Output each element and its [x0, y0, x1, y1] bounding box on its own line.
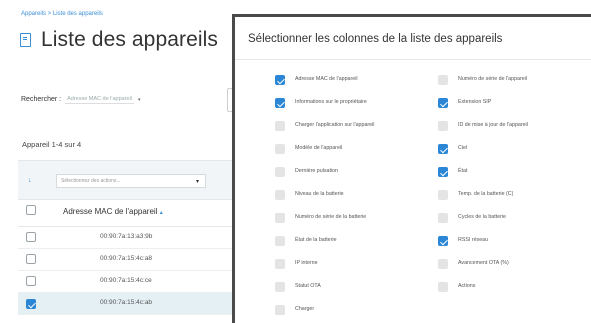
search-field-select[interactable]: Adresse MAC de l'appareil [65, 95, 135, 104]
column-option-label: Actions [458, 283, 476, 289]
select-all-checkbox[interactable] [26, 205, 36, 215]
page-title: Liste des appareils [41, 28, 219, 51]
table-row[interactable]: 00:90:7a:15:4c:a8 [18, 249, 238, 271]
column-checkbox[interactable] [438, 213, 448, 223]
sort-asc-icon: ▴ [159, 210, 163, 216]
column-selector-dialog: Sélectionner les colonnes de la liste de… [232, 14, 591, 323]
column-checkbox[interactable] [438, 75, 448, 85]
page-header: Liste des appareils [20, 28, 218, 52]
column-option-label: Numéro de série de l'appareil [458, 76, 528, 82]
mac-address-cell: 00:90:7a:15:4c:ab [100, 299, 153, 306]
column-option-label: Avancement OTA (%) [458, 260, 509, 266]
column-option-label: État [458, 168, 468, 174]
device-count: Appareil 1-4 sur 4 [22, 140, 82, 149]
column-checkbox[interactable] [438, 144, 448, 154]
device-table: ↓ Sélectionnez des actions... ▾ Adresse … [18, 160, 238, 315]
row-checkbox[interactable] [26, 232, 36, 242]
chevron-down-icon: ▾ [195, 179, 199, 185]
column-checkbox[interactable] [438, 121, 448, 131]
column-option-label: Charger l'application sur l'appareil [295, 122, 375, 128]
row-checkbox[interactable] [26, 254, 36, 264]
search-label: Rechercher : [21, 96, 62, 103]
mac-address-cell: 00:90:7a:15:4c:a8 [100, 255, 153, 262]
chevron-down-icon[interactable]: ▾ [138, 97, 141, 103]
mac-address-cell: 00:90:7a:13:a3:9b [100, 233, 153, 240]
column-option-label: Cycles de la batterie [458, 214, 506, 220]
table-header-row: Adresse MAC de l'appareil ▴ [18, 199, 238, 227]
column-checkbox[interactable] [275, 236, 285, 246]
table-row[interactable]: 00:90:7a:13:a3:9b [18, 227, 238, 249]
column-checkbox[interactable] [275, 167, 285, 177]
column-option-label: Extension SIP [458, 99, 492, 105]
column-header-mac[interactable]: Adresse MAC de l'appareil ▴ [63, 207, 163, 216]
column-option-label: Adresse MAC de l'appareil [295, 76, 358, 82]
column-option-label: IP interne [295, 260, 318, 266]
arrow-down-icon: ↓ [28, 177, 32, 184]
mac-address-cell: 00:90:7a:15:4c:ce [100, 277, 152, 284]
column-checkbox[interactable] [275, 305, 285, 315]
bulk-actions-select[interactable]: Sélectionnez des actions... ▾ [56, 174, 206, 188]
column-checkbox[interactable] [275, 190, 285, 200]
document-icon [20, 33, 31, 47]
column-option-label: État de la batterie [295, 237, 337, 243]
divider [235, 59, 591, 60]
column-checkbox[interactable] [438, 282, 448, 292]
breadcrumb[interactable]: Appareils > Liste des appareils [21, 11, 103, 17]
column-checkbox[interactable] [438, 190, 448, 200]
column-option-label: Informations sur le propriétaire [295, 99, 367, 105]
column-option-label: Numéro de série de la batterie [295, 214, 367, 220]
table-row[interactable]: 00:90:7a:15:4c:ab [18, 293, 238, 315]
row-checkbox[interactable] [26, 276, 36, 286]
column-option-label: Ciel [458, 145, 468, 151]
column-checkbox[interactable] [438, 98, 448, 108]
column-checkbox[interactable] [275, 144, 285, 154]
search-row: Rechercher : Adresse MAC de l'appareil ▾ [21, 95, 141, 104]
dialog-title: Sélectionner les colonnes de la liste de… [248, 33, 503, 45]
column-checkbox[interactable] [275, 213, 285, 223]
column-option-label: Charger [295, 306, 315, 312]
column-checkbox[interactable] [275, 98, 285, 108]
column-option-label: Statut OTA [295, 283, 321, 289]
row-checkbox[interactable] [26, 299, 36, 309]
column-option-label: RSSI réseau [458, 237, 489, 243]
column-checkbox[interactable] [275, 121, 285, 131]
column-checkbox[interactable] [438, 259, 448, 269]
table-row[interactable]: 00:90:7a:15:4c:ce [18, 271, 238, 293]
column-checkbox[interactable] [438, 167, 448, 177]
bulk-actions-bar: ↓ Sélectionnez des actions... ▾ [18, 160, 238, 199]
column-checkbox[interactable] [275, 259, 285, 269]
column-checkbox[interactable] [275, 75, 285, 85]
column-checkbox[interactable] [275, 282, 285, 292]
column-option-label: Niveau de la batterie [295, 191, 344, 197]
column-option-label: Dernière pulsation [295, 168, 338, 174]
column-option-label: Modèle de l'appareil [295, 145, 343, 151]
column-option-label: ID de mise à jour de l'appareil [458, 122, 528, 128]
column-checkbox[interactable] [438, 236, 448, 246]
column-option-label: Temp. de la batterie (C) [458, 191, 514, 197]
bulk-actions-placeholder: Sélectionnez des actions... [61, 178, 121, 184]
